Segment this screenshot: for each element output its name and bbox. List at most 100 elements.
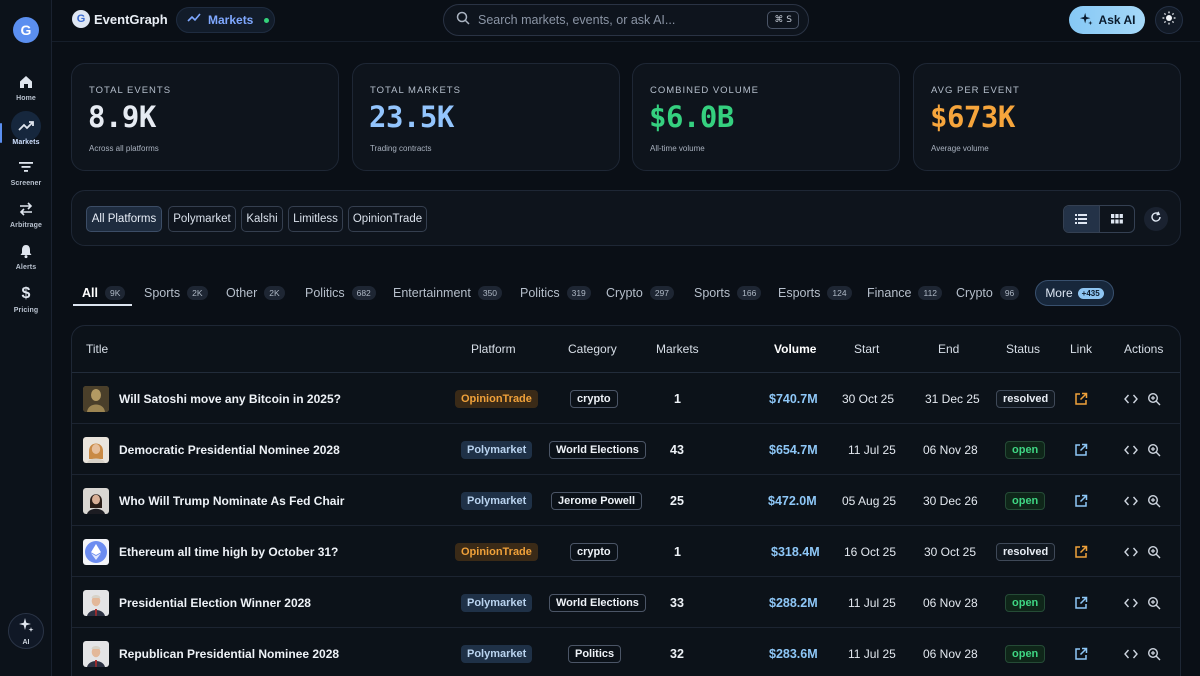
- column-header-end[interactable]: End: [938, 342, 959, 356]
- category-tab-politics-2[interactable]: Politics 319: [520, 283, 591, 303]
- status-badge: resolved: [996, 542, 1056, 561]
- status-badge: open: [1005, 593, 1046, 612]
- external-link-icon[interactable]: [1073, 646, 1089, 662]
- sidebar-item-arbitrage[interactable]: Arbitrage: [0, 199, 52, 239]
- ai-assistant-button[interactable]: AI: [8, 613, 44, 649]
- trending-icon: [187, 11, 201, 29]
- end-date: 30 Dec 26: [923, 493, 978, 508]
- external-link-icon[interactable]: [1073, 493, 1089, 509]
- column-header-category[interactable]: Category: [568, 342, 617, 356]
- dollar-icon: $: [21, 285, 31, 302]
- event-title[interactable]: Democratic Presidential Nominee 2028: [119, 443, 340, 457]
- platform-filter-opiniontrade[interactable]: OpinionTrade: [348, 206, 427, 232]
- external-link-icon[interactable]: [1073, 442, 1089, 458]
- category-tab-sports[interactable]: Sports 2K: [144, 283, 208, 303]
- zoom-in-icon[interactable]: [1146, 391, 1162, 407]
- embed-code-icon[interactable]: [1123, 544, 1139, 560]
- zoom-in-icon[interactable]: [1146, 493, 1162, 509]
- platform-filter-polymarket[interactable]: Polymarket: [168, 206, 236, 232]
- category-tab-other[interactable]: Other 2K: [226, 283, 285, 303]
- embed-code-icon[interactable]: [1123, 442, 1139, 458]
- column-header-platform[interactable]: Platform: [471, 342, 516, 356]
- zoom-in-icon[interactable]: [1146, 646, 1162, 662]
- category-label: All: [82, 286, 98, 300]
- event-title[interactable]: Will Satoshi move any Bitcoin in 2025?: [119, 392, 341, 406]
- table-row[interactable]: Republican Presidential Nominee 2028 Pol…: [72, 628, 1180, 676]
- zoom-in-icon[interactable]: [1146, 442, 1162, 458]
- theme-toggle-button[interactable]: [1155, 6, 1183, 34]
- category-badge: Politics: [568, 644, 622, 663]
- column-header-title[interactable]: Title: [86, 342, 108, 356]
- sidebar-item-pricing[interactable]: $ Pricing: [0, 284, 52, 324]
- refresh-button[interactable]: [1144, 207, 1168, 231]
- category-tab-finance[interactable]: Finance 112: [867, 283, 943, 303]
- table-row[interactable]: Ethereum all time high by October 31? Op…: [72, 526, 1180, 577]
- column-header-actions: Actions: [1124, 342, 1164, 356]
- sidebar-item-alerts[interactable]: Alerts: [0, 241, 52, 281]
- app-logo[interactable]: G: [13, 17, 39, 43]
- column-header-volume[interactable]: Volume: [774, 342, 816, 356]
- stat-value: $6.0B: [649, 100, 734, 134]
- platform-filter-limitless[interactable]: Limitless: [288, 206, 343, 232]
- category-tab-politics[interactable]: Politics 682: [305, 283, 376, 303]
- embed-code-icon[interactable]: [1123, 595, 1139, 611]
- category-tab-all[interactable]: All 9K: [82, 283, 126, 303]
- external-link-icon[interactable]: [1073, 544, 1089, 560]
- event-thumbnail: [83, 424, 109, 475]
- more-count: +435: [1077, 287, 1104, 299]
- search-bar[interactable]: ⌘ S: [443, 4, 809, 36]
- sidebar-item-label: Home: [16, 95, 36, 102]
- embed-code-icon[interactable]: [1123, 493, 1139, 509]
- platform-filter-kalshi[interactable]: Kalshi: [241, 206, 283, 232]
- zoom-in-icon[interactable]: [1146, 595, 1162, 611]
- stat-subtitle: Trading contracts: [370, 144, 432, 153]
- event-title[interactable]: Who Will Trump Nominate As Fed Chair: [119, 494, 344, 508]
- stat-card-total-events: TOTAL EVENTS 8.9K Across all platforms: [71, 63, 339, 171]
- event-title[interactable]: Ethereum all time high by October 31?: [119, 545, 338, 559]
- category-tab-crypto-2[interactable]: Crypto 96: [956, 283, 1020, 303]
- column-header-status[interactable]: Status: [1006, 342, 1040, 356]
- volume-value: $288.2M: [769, 595, 818, 610]
- sidebar-item-markets[interactable]: Markets: [0, 111, 52, 157]
- external-link-icon[interactable]: [1073, 391, 1089, 407]
- sidebar-item-home[interactable]: Home: [0, 72, 52, 112]
- category-label: Sports: [144, 286, 181, 300]
- category-tab-esports[interactable]: Esports 124: [778, 283, 852, 303]
- brand[interactable]: G EventGraph: [72, 10, 168, 28]
- category-tab-sports-2[interactable]: Sports 166: [694, 283, 762, 303]
- table-row[interactable]: Will Satoshi move any Bitcoin in 2025? O…: [72, 373, 1180, 424]
- table-row[interactable]: Democratic Presidential Nominee 2028 Pol…: [72, 424, 1180, 475]
- column-header-start[interactable]: Start: [854, 342, 879, 356]
- candidate-portrait-image: [83, 436, 109, 463]
- end-date: 06 Nov 28: [923, 442, 978, 457]
- zoom-in-icon[interactable]: [1146, 544, 1162, 560]
- external-link-icon[interactable]: [1073, 595, 1089, 611]
- more-categories-button[interactable]: More +435: [1035, 280, 1114, 306]
- ask-ai-button[interactable]: Ask AI: [1069, 6, 1145, 34]
- grid-view-button[interactable]: [1098, 206, 1134, 232]
- embed-code-icon[interactable]: [1123, 391, 1139, 407]
- list-view-button[interactable]: [1064, 206, 1099, 232]
- column-header-markets[interactable]: Markets: [656, 342, 699, 356]
- stat-card-combined-volume: COMBINED VOLUME $6.0B All-time volume: [632, 63, 900, 171]
- embed-code-icon[interactable]: [1123, 646, 1139, 662]
- platform-badge: Polymarket: [461, 491, 533, 510]
- platform-filter-panel: All Platforms Polymarket Kalshi Limitles…: [71, 190, 1181, 246]
- list-icon: [1075, 211, 1088, 229]
- sidebar-item-screener[interactable]: Screener: [0, 157, 52, 197]
- platform-filter-all[interactable]: All Platforms: [86, 206, 162, 232]
- markets-count: 32: [670, 646, 684, 661]
- platform-badge: Polymarket: [461, 440, 533, 459]
- category-tab-entertainment[interactable]: Entertainment 350: [393, 283, 503, 303]
- category-tab-crypto[interactable]: Crypto 297: [606, 283, 675, 303]
- candidate-portrait-image: [83, 589, 109, 616]
- event-title[interactable]: Republican Presidential Nominee 2028: [119, 647, 339, 661]
- event-title[interactable]: Presidential Election Winner 2028: [119, 596, 311, 610]
- sparkle-icon: [18, 617, 34, 638]
- sparkle-icon: [1079, 12, 1093, 29]
- more-label: More: [1045, 286, 1073, 300]
- section-selector[interactable]: Markets: [176, 7, 275, 33]
- table-row[interactable]: Presidential Election Winner 2028 Polyma…: [72, 577, 1180, 628]
- search-input[interactable]: [478, 13, 758, 27]
- table-row[interactable]: Who Will Trump Nominate As Fed Chair Pol…: [72, 475, 1180, 526]
